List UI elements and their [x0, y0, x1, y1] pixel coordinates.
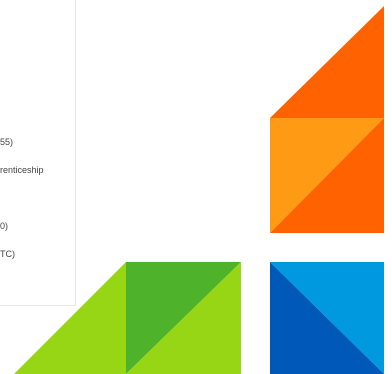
blue-tile [270, 262, 384, 374]
orange-top-triangle [270, 6, 384, 118]
green-left-triangle [14, 262, 126, 374]
green-tile [14, 262, 241, 374]
orange-tile [270, 6, 384, 233]
decorative-tiles [14, 6, 384, 374]
page: 55) renticeship 0) TC) [0, 0, 392, 374]
